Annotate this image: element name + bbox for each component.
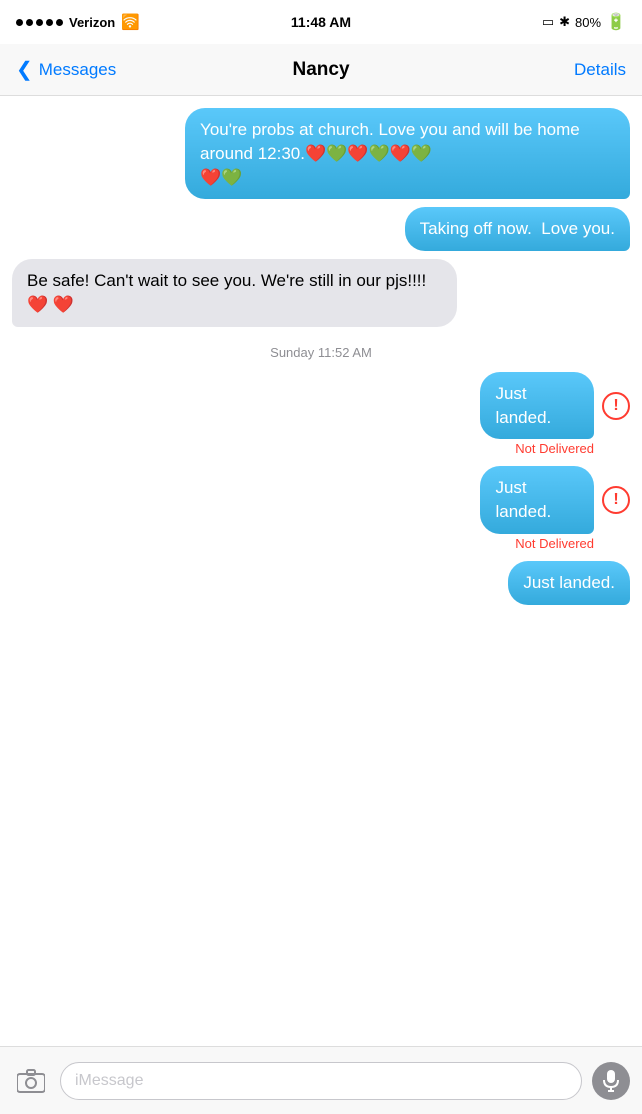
bubble-with-error-2: Just landed. !	[472, 466, 630, 534]
carrier-label: Verizon	[69, 15, 115, 30]
sent-bubble-1: You're probs at church. Love you and wil…	[185, 108, 630, 199]
nav-title: Nancy	[292, 59, 349, 81]
message-row-6: Just landed.	[12, 561, 630, 605]
sent-bubble-4: Just landed.	[480, 466, 594, 534]
sent-bubble-3: Just landed.	[480, 372, 594, 440]
message-row-2: Taking off now. Love you.	[12, 207, 630, 251]
back-label: Messages	[39, 60, 116, 80]
screen-mirroring-icon: ▭	[542, 14, 554, 30]
status-bar: Verizon 🛜 11:48 AM ▭ ✱ 80% 🔋	[0, 0, 642, 44]
bluetooth-icon: ✱	[559, 14, 570, 30]
camera-button[interactable]	[12, 1062, 50, 1100]
not-delivered-2: Not Delivered	[515, 536, 594, 551]
back-chevron-icon: ❮	[16, 57, 33, 82]
mic-button[interactable]	[592, 1062, 630, 1100]
sent-bubble-5: Just landed.	[508, 561, 630, 605]
message-row-1: You're probs at church. Love you and wil…	[12, 108, 630, 199]
nav-bar: ❮ Messages Nancy Details	[0, 44, 642, 96]
message-input[interactable]: iMessage	[60, 1062, 582, 1100]
failed-wrap-2: Just landed. ! Not Delivered	[12, 466, 630, 555]
received-bubble-1: Be safe! Can't wait to see you. We're st…	[12, 259, 457, 327]
failed-wrap-1: Just landed. ! Not Delivered	[12, 372, 630, 461]
signal-dots	[16, 19, 63, 26]
back-button[interactable]: ❮ Messages	[16, 57, 116, 82]
sent-bubble-2: Taking off now. Love you.	[405, 207, 630, 251]
status-left: Verizon 🛜	[16, 13, 140, 31]
battery-percent: 80%	[575, 15, 601, 30]
timestamp-1: Sunday 11:52 AM	[12, 345, 630, 360]
details-button[interactable]: Details	[574, 60, 626, 80]
messages-area: You're probs at church. Love you and wil…	[0, 96, 642, 1046]
status-time: 11:48 AM	[291, 14, 351, 30]
camera-icon	[17, 1069, 45, 1093]
bubble-with-error-1: Just landed. !	[472, 372, 630, 440]
phone-frame: Verizon 🛜 11:48 AM ▭ ✱ 80% 🔋 ❮ Messages …	[0, 0, 642, 1114]
message-input-placeholder: iMessage	[75, 1072, 143, 1090]
input-area: iMessage	[0, 1046, 642, 1114]
wifi-icon: 🛜	[121, 13, 140, 31]
mic-icon	[603, 1070, 619, 1092]
error-icon-1[interactable]: !	[602, 392, 630, 420]
not-delivered-1: Not Delivered	[515, 441, 594, 456]
battery-icon: 🔋	[606, 12, 626, 32]
message-row-3: Be safe! Can't wait to see you. We're st…	[12, 259, 630, 327]
status-right: ▭ ✱ 80% 🔋	[542, 12, 626, 32]
error-icon-2[interactable]: !	[602, 486, 630, 514]
